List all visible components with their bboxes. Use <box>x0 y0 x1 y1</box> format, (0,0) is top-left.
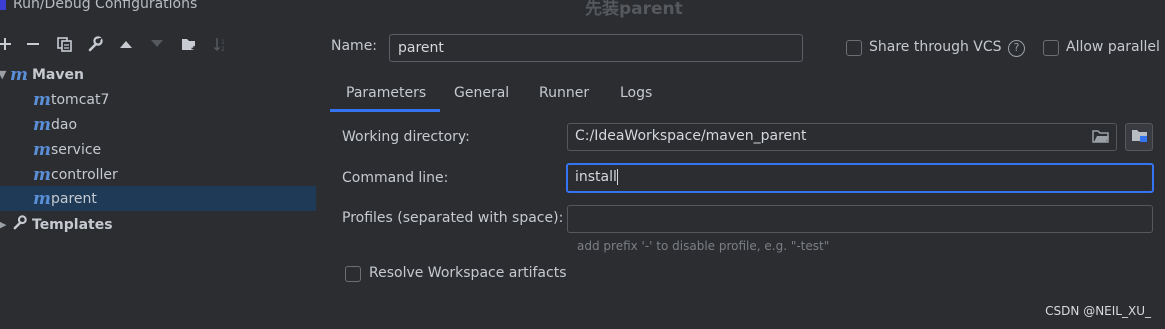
window-title-bar: Run/Debug Configurations 先装parent <box>0 0 1165 19</box>
command-line-label: Command line: <box>342 170 449 186</box>
tree-node-label: Maven <box>32 66 84 83</box>
overlay-title: 先装parent <box>585 0 683 19</box>
tree-item-tomcat7[interactable]: m tomcat7 <box>0 87 316 112</box>
profiles-field[interactable] <box>567 205 1153 233</box>
app-icon <box>0 0 6 10</box>
tree-node-maven[interactable]: ▼ m Maven <box>0 62 316 87</box>
help-icon[interactable]: ? <box>1008 40 1025 57</box>
wrench-icon <box>12 215 30 234</box>
module-folder-button[interactable] <box>1125 123 1153 151</box>
panel-divider[interactable] <box>316 26 330 329</box>
name-label: Name: <box>331 38 378 54</box>
chevron-down-icon[interactable]: ▼ <box>0 68 10 81</box>
text-cursor <box>616 169 618 185</box>
working-directory-field[interactable]: C:/IdeaWorkspace/maven_parent <box>567 123 1117 151</box>
command-line-field[interactable]: install <box>566 163 1154 193</box>
share-vcs-checkbox[interactable] <box>846 40 862 56</box>
tab-general[interactable]: General <box>454 78 509 112</box>
tree-item-label: tomcat7 <box>51 91 110 108</box>
svg-text:2: 2 <box>221 46 225 52</box>
sidebar-toolbar: 12 <box>0 30 316 58</box>
module-folder-icon <box>1131 128 1148 147</box>
tree-item-dao[interactable]: m dao <box>0 112 316 137</box>
tab-parameters[interactable]: Parameters <box>330 78 440 112</box>
tree-item-label: parent <box>51 190 97 207</box>
tree-item-label: service <box>51 141 102 158</box>
profiles-label: Profiles (separated with space): <box>342 210 564 226</box>
tree-node-templates[interactable]: ▶ Templates <box>0 212 316 237</box>
maven-icon: m <box>33 114 51 135</box>
copy-icon[interactable] <box>55 30 73 58</box>
tree-node-label: Templates <box>32 216 113 233</box>
tab-logs[interactable]: Logs <box>620 78 652 112</box>
browse-folder-icon[interactable] <box>1092 129 1110 148</box>
tree-item-controller[interactable]: m controller <box>0 162 316 187</box>
wrench-icon[interactable] <box>86 30 104 58</box>
watermark: CSDN @NEIL_XU_ <box>1045 304 1151 318</box>
tree-item-label: dao <box>51 116 78 133</box>
resolve-workspace-checkbox[interactable] <box>345 266 361 282</box>
command-line-value: install <box>575 169 617 185</box>
allow-parallel-label: Allow parallel r <box>1066 39 1165 55</box>
maven-icon: m <box>33 188 51 209</box>
share-vcs-label: Share through VCS <box>869 39 1002 55</box>
working-directory-value: C:/IdeaWorkspace/maven_parent <box>575 128 807 144</box>
svg-text:1: 1 <box>221 39 225 46</box>
allow-parallel-checkbox[interactable] <box>1043 40 1059 56</box>
maven-icon: m <box>10 64 28 85</box>
working-directory-label: Working directory: <box>342 129 470 145</box>
window-title: Run/Debug Configurations <box>13 0 198 12</box>
maven-icon: m <box>33 139 51 160</box>
maven-icon: m <box>33 164 51 185</box>
tree-item-parent[interactable]: m parent <box>0 186 316 211</box>
tree-item-service[interactable]: m service <box>0 137 316 162</box>
sort-icon[interactable]: 12 <box>211 30 229 58</box>
add-icon[interactable] <box>0 30 14 58</box>
move-down-icon[interactable] <box>148 30 166 58</box>
name-field[interactable] <box>389 34 803 62</box>
tab-runner[interactable]: Runner <box>539 78 589 112</box>
folder-icon[interactable] <box>180 30 198 58</box>
profiles-hint: add prefix '-' to disable profile, e.g. … <box>577 239 830 253</box>
resolve-workspace-label: Resolve Workspace artifacts <box>369 265 567 281</box>
move-up-icon[interactable] <box>117 30 135 58</box>
maven-icon: m <box>33 89 51 110</box>
chevron-right-icon[interactable]: ▶ <box>0 218 10 231</box>
remove-icon[interactable] <box>24 30 42 58</box>
tree-item-label: controller <box>51 166 118 183</box>
